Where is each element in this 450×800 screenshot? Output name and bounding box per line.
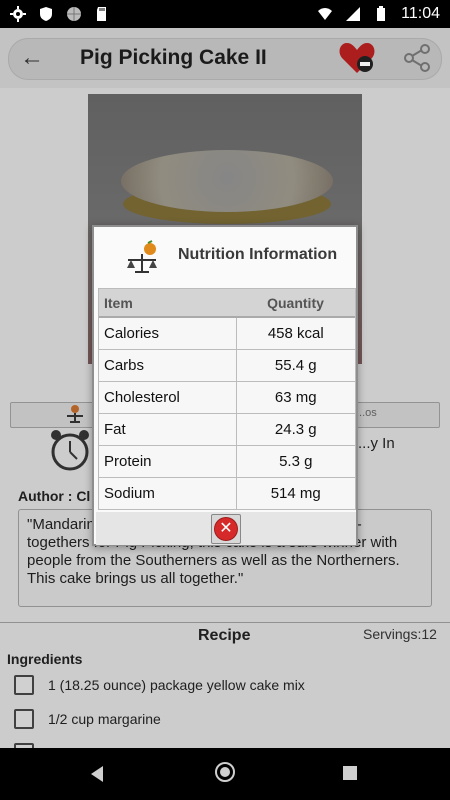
- nutrient-name: Protein: [99, 444, 237, 478]
- triangle-back-icon[interactable]: [91, 766, 103, 782]
- nutrient-quantity: 55.4 g: [236, 348, 355, 382]
- table-row: Cholesterol 63 mg: [99, 380, 355, 414]
- table-header-row: Item Quantity: [99, 289, 355, 318]
- signal-icon: [346, 7, 361, 21]
- column-header-item: Item: [99, 289, 236, 318]
- shield-icon: [40, 7, 52, 21]
- table-row: Sodium 514 mg: [99, 476, 355, 510]
- nutrient-quantity: 458 kcal: [236, 316, 355, 350]
- square-recent-icon[interactable]: [343, 766, 357, 780]
- sphere-icon: [67, 7, 81, 21]
- status-right-icons: 11:04: [317, 5, 440, 23]
- dialog-title: Nutrition Information: [178, 246, 338, 263]
- status-left-icons: [10, 6, 110, 22]
- wifi-icon: [318, 8, 333, 20]
- nutrient-quantity: 24.3 g: [236, 412, 355, 446]
- nutrient-name: Cholesterol: [99, 380, 237, 414]
- gear-icon: [10, 6, 26, 22]
- nutrition-dialog: Nutrition Information Item Quantity Calo…: [92, 225, 358, 546]
- column-header-quantity: Quantity: [236, 289, 355, 318]
- nutrition-table: Item Quantity Calories 458 kcal Carbs 55…: [98, 288, 356, 510]
- close-x-icon: ✕: [215, 518, 237, 540]
- nutrition-scale-logo: [127, 240, 157, 273]
- nutrient-name: Calories: [99, 316, 237, 350]
- nutrient-quantity: 514 mg: [236, 476, 355, 510]
- sd-card-icon: [97, 7, 106, 21]
- nutrient-quantity: 63 mg: [236, 380, 355, 414]
- nutrient-quantity: 5.3 g: [236, 444, 355, 478]
- close-dialog-button[interactable]: ✕: [211, 514, 241, 544]
- battery-icon: [377, 6, 386, 21]
- dialog-footer: ✕: [96, 512, 356, 545]
- status-bar: 11:04: [0, 0, 450, 28]
- table-row: Calories 458 kcal: [99, 316, 355, 350]
- status-time: 11:04: [401, 5, 440, 22]
- table-row: Fat 24.3 g: [99, 412, 355, 446]
- circle-home-icon[interactable]: [215, 762, 235, 782]
- dialog-header: Nutrition Information: [94, 227, 356, 287]
- table-row: Carbs 55.4 g: [99, 348, 355, 382]
- table-row: Protein 5.3 g: [99, 444, 355, 478]
- system-nav-bar: [0, 748, 450, 800]
- nutrient-name: Fat: [99, 412, 237, 446]
- nutrient-name: Carbs: [99, 348, 237, 382]
- nutrition-grid: Item Quantity Calories 458 kcal Carbs 55…: [99, 289, 355, 510]
- nutrient-name: Sodium: [99, 476, 237, 510]
